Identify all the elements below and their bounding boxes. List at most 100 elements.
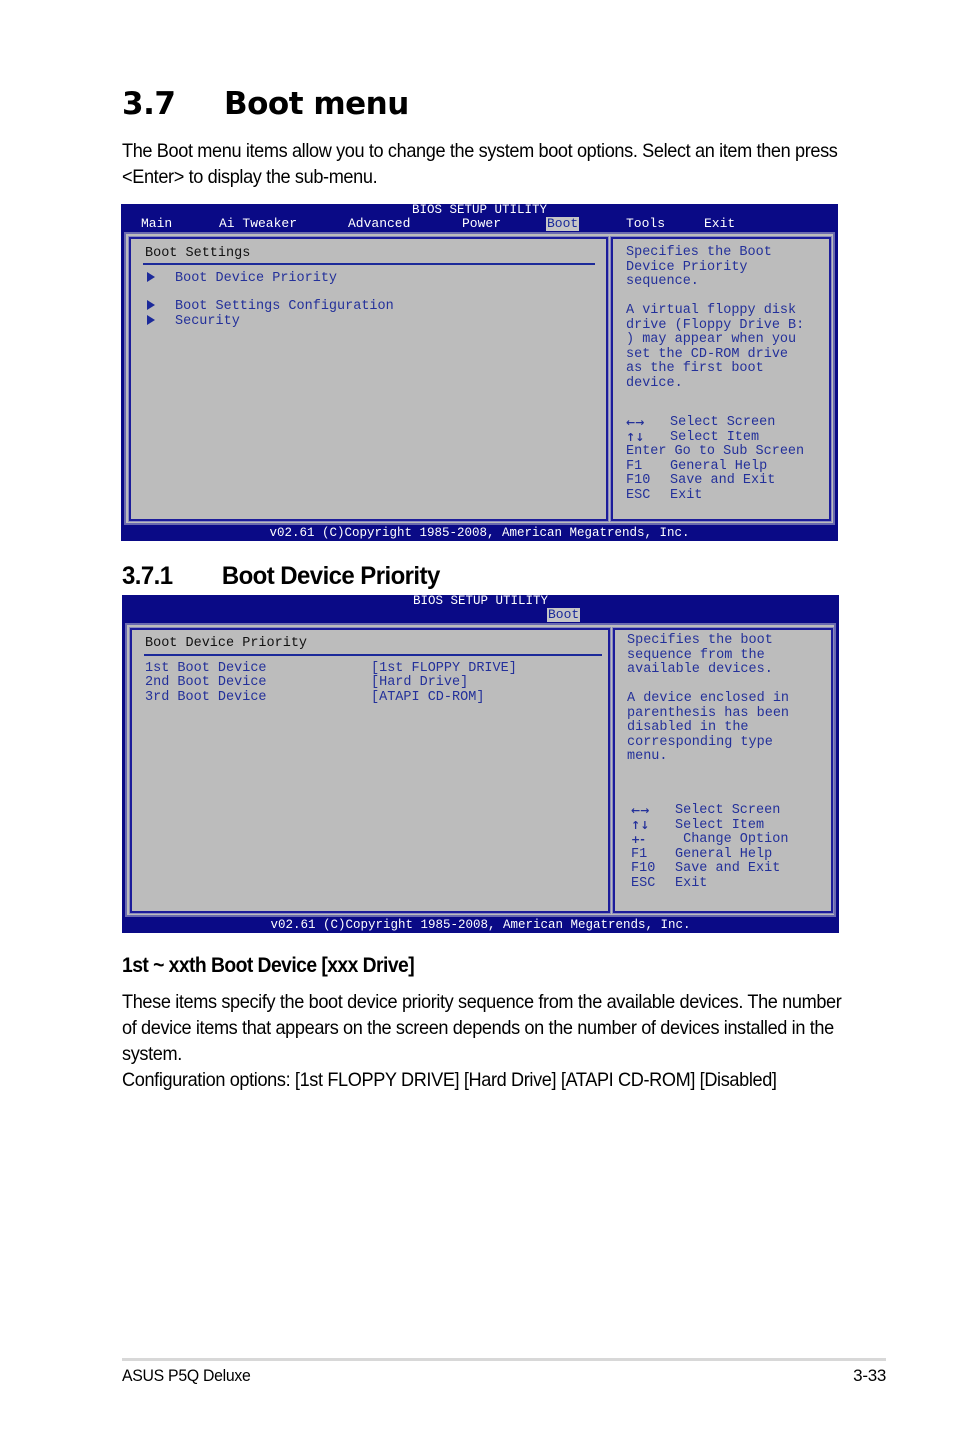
bios-title: BIOS SETUP UTILITY [411, 203, 548, 217]
key-action: Save and Exit [670, 473, 776, 488]
key-legend-row: +- Change Option [631, 832, 789, 848]
subsection-title: Boot Device Priority [221, 562, 440, 590]
pane-title: Boot Settings [145, 246, 251, 261]
main-pane: Boot Device Priority 1st Boot Device [1s… [129, 627, 611, 914]
help-line: as the first boot [626, 361, 764, 376]
key-legend-row: ↑↓ Select Item [626, 429, 804, 446]
help-line: Device Priority [626, 259, 748, 275]
configuration-options-text: Configuration options: [1st FLOPPY DRIVE… [122, 1069, 777, 1091]
boot-device-value-3[interactable]: [ATAPI CD-ROM] [371, 690, 484, 705]
help-line: corresponding type [627, 734, 773, 750]
menu-exit[interactable]: Exit [704, 217, 735, 231]
page-number: 3-33 [853, 1366, 886, 1385]
key-legend-row: F1 General Help [626, 458, 804, 475]
bios-screen-boot-menu: BIOS SETUP UTILITY Main Ai Tweaker Advan… [121, 204, 838, 541]
help-line [626, 290, 804, 305]
help-line: sequence from the [627, 647, 765, 663]
key-legend-row: ←→ Select Screen [626, 415, 804, 431]
key-label: F1 [631, 846, 648, 862]
help-line: Specifies the Boot [626, 245, 772, 260]
menu-boot[interactable]: Boot [547, 608, 581, 622]
section-title: Boot menu [224, 86, 409, 122]
section-number: 3.7 [122, 86, 176, 122]
key-action: Save and Exit [675, 861, 781, 876]
boot-device-row-3[interactable]: 3rd Boot Device [145, 690, 267, 705]
menu-ai-tweaker[interactable]: Ai Tweaker [219, 217, 297, 231]
boot-device-value-1[interactable]: [1st FLOPPY DRIVE] [371, 661, 517, 676]
key-action: Select Item [670, 429, 760, 445]
left-right-arrows-icon: ←→ [631, 804, 650, 817]
key-legend: ←→ Select Screen ↑↓ Select Item +- Change Op… [631, 803, 789, 891]
key-legend: ←→ Select Screen ↑↓ Select Item Enter Go to S… [626, 415, 805, 504]
item-description-text: These items specify the boot device prio… [122, 991, 842, 1065]
footer-divider [122, 1358, 886, 1361]
pane-title: Boot Device Priority [145, 636, 308, 651]
help-line: sequence. [626, 274, 699, 289]
bios-copyright: v02.61 (C)Copyright 1985-2008, American … [269, 526, 690, 540]
help-line: set the CD-ROM drive [626, 346, 789, 362]
key-action: Go to Sub Screen [674, 444, 805, 459]
subsection-heading: 3.7.1 Boot Device Priority [122, 562, 440, 591]
help-line: available devices. [627, 662, 773, 677]
pane-title-underline [144, 654, 602, 656]
menu-boot[interactable]: Boot [546, 217, 580, 231]
help-line: parenthesis has been [627, 705, 790, 721]
submenu-arrow-icon [147, 315, 155, 325]
help-line: menu. [627, 749, 668, 764]
help-pane: Specifies the Boot Device Priority sequenc… [610, 236, 832, 522]
key-action: Change Option [675, 832, 789, 847]
bios-frame: Boot Settings Boot Device Priority Boot … [124, 232, 835, 525]
bios-copyright: v02.61 (C)Copyright 1985-2008, American … [270, 918, 691, 932]
help-line: disabled in the [627, 720, 749, 735]
help-line: device. [626, 375, 683, 391]
key-legend-row: ←→ Select Screen [631, 803, 788, 819]
submenu-boot-settings-configuration[interactable]: Boot Settings Configuration [147, 299, 394, 314]
menu-tools[interactable]: Tools [626, 217, 665, 231]
bios-screen-boot-device-priority: BIOS SETUP UTILITY Boot Boot Device Prio… [122, 595, 839, 933]
item-description: These items specify the boot device prio… [122, 989, 857, 1093]
submenu-arrow-icon [147, 300, 155, 310]
help-line: ) may appear when you [626, 332, 797, 347]
submenu-security[interactable]: Security [147, 314, 240, 329]
key-action: Select Screen [675, 803, 781, 818]
key-label: F10 [631, 861, 656, 876]
key-legend-row: ESC Exit [626, 487, 804, 504]
key-action: General Help [670, 458, 768, 474]
key-legend-row: F10 Save and Exit [631, 861, 788, 877]
menu-power[interactable]: Power [462, 217, 501, 231]
item-heading: 1st ~ xxth Boot Device [xxx Drive] [122, 954, 415, 977]
key-action: Exit [670, 487, 703, 503]
plus-minus-icon: +- [631, 833, 645, 846]
key-action: Select Screen [670, 415, 776, 430]
help-line: A device enclosed in [627, 691, 790, 706]
menu-advanced[interactable]: Advanced [348, 217, 410, 231]
menu-main[interactable]: Main [141, 217, 172, 231]
submenu-boot-device-priority[interactable]: Boot Device Priority [147, 271, 337, 286]
help-line [627, 678, 789, 693]
boot-device-row-2[interactable]: 2nd Boot Device [145, 675, 267, 690]
help-text: Specifies the Boot Device Priority sequenc… [626, 245, 804, 391]
submenu-arrow-icon [147, 272, 155, 282]
help-text: Specifies the boot sequence from the avail… [627, 633, 790, 765]
bios-frame: Boot Device Priority 1st Boot Device [1s… [125, 623, 836, 917]
key-action: Select Item [675, 817, 765, 833]
key-legend-row: ↑↓ Select Item [631, 817, 788, 834]
bios-menu-bar: Main Ai Tweaker Advanced Power Boot Tool… [121, 217, 838, 231]
boot-device-value-2[interactable]: [Hard Drive] [371, 675, 468, 690]
boot-device-row-1[interactable]: 1st Boot Device [145, 661, 267, 676]
help-line: Specifies the boot [627, 633, 773, 648]
bios-title: BIOS SETUP UTILITY [412, 594, 549, 608]
main-pane: Boot Settings Boot Device Priority Boot … [128, 236, 609, 522]
key-action: Exit [675, 875, 708, 891]
subsection-number: 3.7.1 [122, 562, 173, 590]
product-name: ASUS P5Q Deluxe [122, 1366, 251, 1385]
intro-paragraph: The Boot menu items allow you to change … [122, 140, 838, 188]
key-legend-row: Enter Go to Sub Screen [626, 444, 805, 460]
key-action: General Help [675, 846, 773, 862]
key-legend-row: F1 General Help [631, 846, 788, 863]
bios-menu-bar: Boot [122, 608, 839, 622]
key-label: F1 [626, 458, 643, 474]
pane-title-underline [143, 263, 595, 265]
key-label: ESC [626, 487, 651, 503]
key-label: ESC [631, 875, 656, 891]
